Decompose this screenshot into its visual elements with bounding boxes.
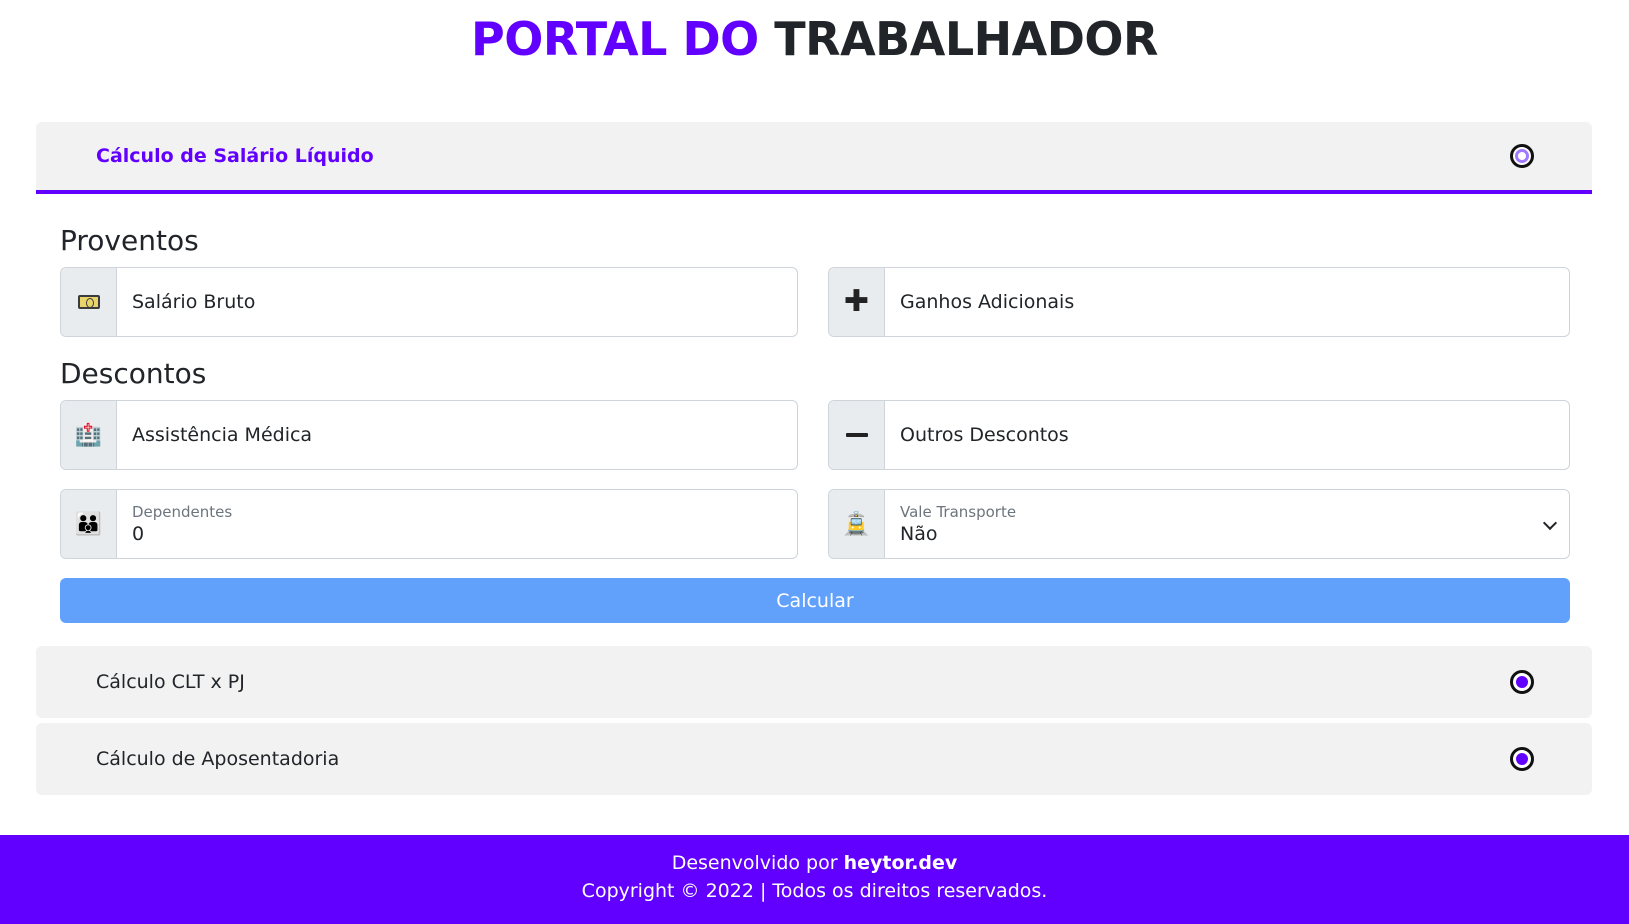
vale-transporte-select[interactable]: Vale Transporte Não <box>885 490 1569 558</box>
footer: Desenvolvido por heytor.dev Copyright © … <box>0 835 1629 924</box>
family-icon: 👪 <box>61 490 117 558</box>
hospital-icon: 🏥 <box>61 401 117 469</box>
page-title: PORTAL DO TRABALHADOR <box>0 10 1629 68</box>
radio-closed-icon <box>1510 670 1534 694</box>
assistencia-medica-input[interactable]: Assistência Médica <box>117 401 797 469</box>
section-title-proventos: Proventos <box>60 224 199 257</box>
footer-credit-prefix: Desenvolvido por <box>671 852 838 874</box>
accordion-body-salario-liquido: Proventos Salário Bruto ✚ Ganhos Adicion… <box>36 198 1592 628</box>
dependentes-value: 0 <box>132 523 145 545</box>
accordion-label-salario-liquido: Cálculo de Salário Líquido <box>96 145 374 167</box>
input-group-outros-descontos: Outros Descontos <box>828 400 1570 470</box>
accordion-salario-liquido: Cálculo de Salário Líquido <box>36 122 1592 194</box>
chevron-down-icon <box>1542 515 1558 531</box>
radio-open-icon <box>1510 144 1534 168</box>
money-icon <box>61 268 117 336</box>
input-group-salario-bruto: Salário Bruto <box>60 267 798 337</box>
radio-closed-icon <box>1510 747 1534 771</box>
footer-author-link[interactable]: heytor.dev <box>844 852 958 874</box>
dependentes-input[interactable]: Dependentes 0 <box>117 490 797 558</box>
accordion-label-clt-pj: Cálculo CLT x PJ <box>96 671 245 693</box>
dependentes-label: Dependentes <box>132 503 233 521</box>
accordion-label-aposentadoria: Cálculo de Aposentadoria <box>96 748 340 770</box>
input-group-assistencia-medica: 🏥 Assistência Médica <box>60 400 798 470</box>
footer-credit: Desenvolvido por heytor.dev <box>0 849 1629 877</box>
footer-copyright: Copyright © 2022 | Todos os direitos res… <box>581 880 1048 902</box>
vale-transporte-value: Não <box>900 523 938 545</box>
input-group-vale-transporte: 🚊 Vale Transporte Não <box>828 489 1570 559</box>
tram-icon: 🚊 <box>829 490 885 558</box>
accordion-header-aposentadoria[interactable]: Cálculo de Aposentadoria <box>36 723 1592 795</box>
page: PORTAL DO TRABALHADOR Cálculo de Salário… <box>0 0 1629 924</box>
minus-icon <box>829 401 885 469</box>
section-title-descontos: Descontos <box>60 357 207 390</box>
accordion-clt-pj: Cálculo CLT x PJ <box>36 646 1592 718</box>
accordion-header-clt-pj[interactable]: Cálculo CLT x PJ <box>36 646 1592 718</box>
title-accent: PORTAL DO <box>471 12 759 66</box>
input-group-dependentes: 👪 Dependentes 0 <box>60 489 798 559</box>
calcular-button[interactable]: Calcular <box>60 578 1570 623</box>
title-rest: TRABALHADOR <box>774 12 1158 66</box>
accordion-aposentadoria: Cálculo de Aposentadoria <box>36 723 1592 795</box>
vale-transporte-label: Vale Transporte <box>900 503 1017 521</box>
salario-bruto-input[interactable]: Salário Bruto <box>117 268 797 336</box>
input-group-ganhos-adicionais: ✚ Ganhos Adicionais <box>828 267 1570 337</box>
outros-descontos-input[interactable]: Outros Descontos <box>885 401 1569 469</box>
plus-icon: ✚ <box>829 268 885 336</box>
accordion-header-salario-liquido[interactable]: Cálculo de Salário Líquido <box>36 122 1592 194</box>
ganhos-adicionais-input[interactable]: Ganhos Adicionais <box>885 268 1569 336</box>
